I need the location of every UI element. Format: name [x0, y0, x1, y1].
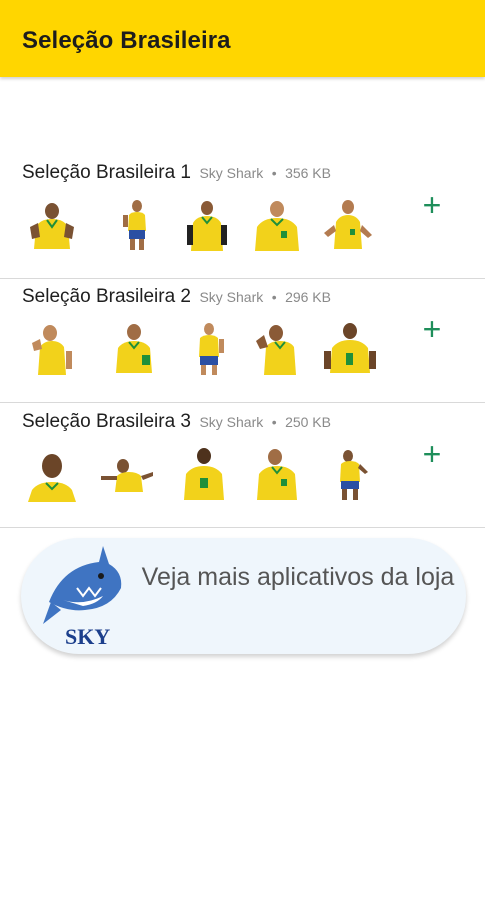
divider [0, 527, 485, 528]
sky-shark-logo-icon: SKY [43, 546, 122, 649]
divider [0, 402, 485, 403]
sticker-player-5 [324, 200, 372, 249]
sticker-player-5 [324, 323, 376, 373]
pack-header: Seleção Brasileira 2 Sky Shark • 296 KB [22, 286, 331, 308]
sticker-pack-row[interactable]: Seleção Brasileira 1 Sky Shark • 356 KB [0, 155, 485, 279]
pack-size: 250 KB [285, 414, 331, 430]
add-pack-button[interactable]: + [418, 438, 446, 470]
meta-separator: • [271, 289, 277, 305]
sticker-preview-list [26, 446, 386, 502]
sticker-player-5 [340, 450, 368, 500]
sticker-player-3 [187, 201, 227, 251]
pack-size: 356 KB [285, 165, 331, 181]
sticker-player-4 [257, 449, 297, 500]
sticker-player-4 [255, 201, 299, 251]
pack-header: Seleção Brasileira 1 Sky Shark • 356 KB [22, 162, 331, 184]
meta-separator: • [271, 165, 277, 181]
sticker-player-4 [256, 325, 296, 375]
add-pack-button[interactable]: + [418, 189, 446, 221]
pack-author: Sky Shark [199, 165, 264, 181]
sticker-preview-list [26, 321, 386, 377]
pack-title: Seleção Brasileira 2 [22, 286, 191, 307]
sticker-player-2 [101, 459, 153, 492]
add-pack-button[interactable]: + [418, 313, 446, 345]
pack-title: Seleção Brasileira 3 [22, 411, 191, 432]
app-title: Seleção Brasileira [22, 27, 231, 54]
pack-header: Seleção Brasileira 3 Sky Shark • 250 KB [22, 411, 331, 433]
pack-size: 296 KB [285, 289, 331, 305]
pack-author: Sky Shark [199, 289, 264, 305]
sticker-player-2 [123, 200, 146, 250]
sticker-pack-row[interactable]: Seleção Brasileira 3 Sky Shark • 250 KB [0, 404, 485, 528]
pack-title: Seleção Brasileira 1 [22, 162, 191, 183]
meta-separator: • [271, 414, 277, 430]
sticker-player-3 [199, 323, 224, 375]
sticker-player-1 [30, 203, 74, 249]
sticker-player-1 [32, 325, 72, 375]
sticker-player-2 [116, 324, 152, 373]
sticker-player-3 [184, 448, 224, 500]
pack-author: Sky Shark [199, 414, 264, 430]
sticker-pack-row[interactable]: Seleção Brasileira 2 Sky Shark • 296 KB [0, 279, 485, 403]
logo-text: SKY [65, 624, 110, 649]
sticker-player-1 [28, 454, 76, 502]
more-apps-label: Veja mais aplicativos da loja [141, 563, 455, 591]
more-apps-button[interactable]: SKY Veja mais aplicativos da loja [21, 538, 466, 654]
sticker-preview-list [26, 197, 386, 253]
app-bar: Seleção Brasileira [0, 0, 485, 77]
